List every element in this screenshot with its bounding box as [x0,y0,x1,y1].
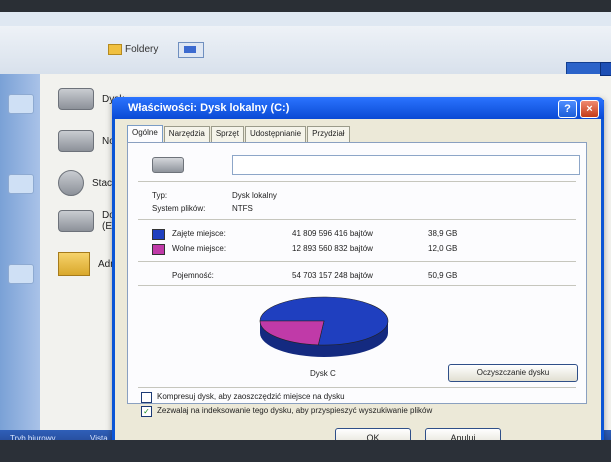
capacity-gb: 50,9 GB [428,271,458,280]
tab-hardware[interactable]: Sprzęt [210,126,244,142]
pie-label: Dysk C [310,369,336,378]
folders-button[interactable]: Foldery [108,44,158,55]
explorer-toolbar: Foldery [0,26,611,76]
left-task-pane [0,74,40,452]
close-button[interactable]: × [580,100,599,118]
folder-icon [58,252,90,276]
compress-checkbox[interactable] [141,392,152,403]
cd-drive-icon [58,170,84,196]
dialog-titlebar[interactable]: Właściwości: Dysk lokalny (C:) ? × [112,97,604,119]
general-panel: Typ: Dysk lokalny System plików: NTFS Za… [127,142,587,404]
disk-usage-pie-chart [259,296,389,357]
divider [138,219,576,220]
go-icon [600,62,611,76]
screen: Foldery Dysk Nov Stac Dołą(E Adm Tryb bi… [0,12,611,452]
tab-quota[interactable]: Przydział [307,126,350,142]
divider [138,285,576,286]
task-pane-item[interactable] [8,94,34,114]
hard-drive-icon [58,88,94,110]
free-space-label: Wolne miejsce: [172,244,227,253]
free-space-bytes: 12 893 560 832 bajtów [292,244,373,253]
tab-tools[interactable]: Narzędzia [163,126,210,142]
divider [138,387,576,388]
hard-drive-icon [58,130,94,152]
free-space-gb: 12,0 GB [428,244,458,253]
used-space-gb: 38,9 GB [428,229,458,238]
used-space-swatch [152,229,165,240]
index-checkbox[interactable]: ✓ [141,406,152,417]
drive-item[interactable]: Adm [58,252,119,276]
views-icon [184,46,196,53]
capacity-bytes: 54 703 157 248 bajtów [292,271,373,280]
properties-dialog: Właściwości: Dysk lokalny (C:) ? × Ogóln… [112,97,604,451]
views-button[interactable] [178,42,204,58]
dialog-title: Właściwości: Dysk lokalny (C:) [128,102,290,114]
compress-label: Kompresuj dysk, aby zaoszczędzić miejsce… [157,392,345,401]
filesystem-label: System plików: [152,204,206,213]
used-space-label: Zajęte miejsce: [172,229,226,238]
tab-general[interactable]: Ogólne [127,125,163,142]
drive-name-input[interactable] [232,155,580,175]
tab-strip: Ogólne Narzędzia Sprzęt Udostępnianie Pr… [127,125,351,142]
hard-drive-icon [58,210,94,232]
monitor-bezel-bottom [0,440,611,462]
filesystem-value: NTFS [232,204,253,213]
type-value: Dysk lokalny [232,191,277,200]
tab-sharing[interactable]: Udostępnianie [244,126,307,142]
hard-drive-icon [152,157,184,173]
help-button[interactable]: ? [558,100,577,118]
drive-item[interactable]: Nov [58,130,120,152]
index-label: Zezwalaj na indeksowanie tego dysku, aby… [157,406,433,415]
task-pane-item[interactable] [8,264,34,284]
task-pane-item[interactable] [8,174,34,194]
free-space-swatch [152,244,165,255]
divider [138,181,576,182]
capacity-label: Pojemność: [172,271,214,280]
drive-item[interactable]: Stac [58,170,112,196]
type-label: Typ: [152,191,168,200]
disk-cleanup-button[interactable]: Oczyszczanie dysku [448,364,578,382]
divider [138,261,576,262]
used-space-bytes: 41 809 596 416 bajtów [292,229,373,238]
folder-icon [108,44,122,55]
